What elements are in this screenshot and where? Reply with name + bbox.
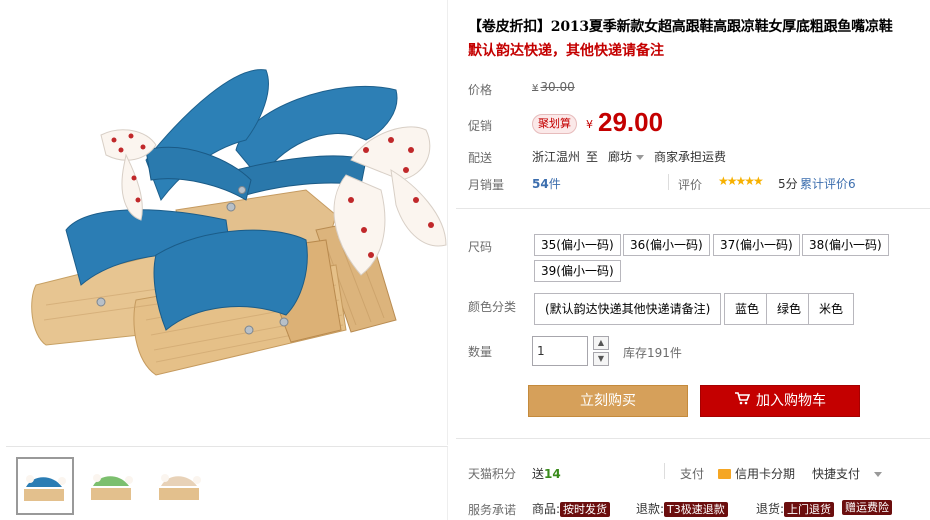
color-option-default[interactable]: (默认韵达快递其他快递请备注) (534, 293, 722, 325)
cart-icon (734, 386, 751, 416)
service-refund: 退款: T3极速退款 (636, 500, 728, 517)
divider-vertical (664, 463, 665, 479)
ship-to-dropdown[interactable]: 廊坊 (608, 148, 645, 165)
thumbnail-strip (6, 446, 448, 520)
add-to-cart-button[interactable]: 加入购物车 (700, 385, 860, 417)
size-option-39[interactable]: 39(偏小一码) (534, 260, 621, 282)
shipping-insurance-tag[interactable]: 赠运费险 (842, 500, 892, 515)
size-label: 尺码 (468, 240, 493, 254)
goods-label: 商品: (532, 502, 561, 516)
refund-label: 退款: (636, 502, 665, 516)
main-product-image[interactable] (6, 0, 448, 445)
service-label: 服务承诺 (468, 503, 517, 517)
color-label: 颜色分类 (468, 300, 517, 314)
price-label: 价格 (468, 83, 493, 97)
fast-refund-tag[interactable]: T3极速退款 (664, 502, 728, 517)
ship-to-city: 廊坊 (608, 150, 633, 164)
color-option-beige[interactable]: 米色 (808, 293, 855, 325)
quick-pay-dropdown[interactable]: 快捷支付 (812, 465, 883, 482)
product-info: 【卷皮折扣】2013夏季新款女超高跟鞋高跟凉鞋女厚底粗跟鱼嘴凉鞋 默认韵达快递，… (456, 0, 930, 520)
polka-bow-left (100, 129, 157, 221)
credit-installment[interactable]: 信用卡分期 (718, 465, 795, 482)
original-price: ¥30.00 (532, 80, 575, 94)
home-return-tag[interactable]: 上门退货 (784, 502, 835, 517)
on-time-delivery-tag[interactable]: 按时发货 (560, 502, 611, 517)
ship-to-word: 至 (586, 150, 599, 164)
review-count-link[interactable]: 累计评价6 (800, 175, 856, 192)
points-number: 14 (544, 467, 561, 481)
product-subtitle: 默认韵达快递，其他快递请备注 (468, 43, 664, 59)
original-price-value: 30.00 (540, 80, 575, 94)
thumbnail-green[interactable] (84, 457, 142, 515)
monthly-sales: 54件 (532, 175, 561, 192)
promo-label: 促销 (468, 119, 493, 133)
size-option-37[interactable]: 37(偏小一码) (713, 234, 800, 256)
stock-count: 库存191件 (623, 346, 682, 360)
ship-from: 浙江温州 (532, 150, 581, 164)
polka-bow-right (333, 126, 447, 276)
size-option-38[interactable]: 38(偏小一码) (802, 234, 889, 256)
product-gallery (0, 0, 450, 520)
quantity-input[interactable] (532, 336, 588, 366)
sandal-illustration (31, 69, 447, 376)
service-goods: 商品: 按时发货 (532, 500, 611, 517)
quick-pay-label: 快捷支付 (812, 467, 861, 481)
sales-label: 月销量 (468, 178, 505, 192)
quantity-decrease-button[interactable]: ▼ (593, 352, 609, 366)
size-option-35[interactable]: 35(偏小一码) (534, 234, 621, 256)
size-option-36[interactable]: 36(偏小一码) (623, 234, 710, 256)
buy-now-button[interactable]: 立刻购买 (528, 385, 688, 417)
divider-vertical (668, 174, 669, 190)
return-label: 退货: (756, 502, 785, 516)
product-title: 【卷皮折扣】2013夏季新款女超高跟鞋高跟凉鞋女厚底粗跟鱼嘴凉鞋 (468, 19, 893, 35)
star-rating-icon: ★★★★★ (718, 174, 764, 188)
pay-label: 支付 (680, 467, 705, 481)
thumbnail-blue[interactable] (16, 457, 74, 515)
shipping-label: 配送 (468, 151, 493, 165)
add-to-cart-label: 加入购物车 (756, 393, 826, 409)
quantity-increase-button[interactable]: ▲ (593, 336, 609, 350)
quantity-label: 数量 (468, 345, 493, 359)
service-extra: 赠运费险 (842, 500, 892, 515)
points-label: 天猫积分 (468, 467, 517, 481)
service-return: 退货: 上门退货 (756, 500, 835, 517)
shipping-fee: 商家承担运费 (654, 150, 727, 164)
chevron-down-icon (874, 472, 883, 477)
sales-unit: 件 (548, 177, 561, 191)
promo-badge[interactable]: 聚划算 (532, 114, 577, 134)
sales-count: 54 (532, 177, 549, 191)
rating-label: 评价 (678, 178, 703, 192)
promo-currency: ¥ (586, 118, 593, 131)
color-option-green[interactable]: 绿色 (766, 293, 813, 325)
section-divider (456, 208, 930, 209)
section-divider (456, 438, 930, 439)
color-option-blue[interactable]: 蓝色 (724, 293, 771, 325)
credit-card-icon (718, 468, 731, 479)
thumbnail-beige[interactable] (152, 457, 210, 515)
currency-symbol: ¥ (532, 83, 539, 94)
chevron-down-icon (636, 155, 645, 160)
points-value: 送14 (532, 465, 561, 482)
rating-score: 5分 (778, 177, 798, 191)
promo-price: 29.00 (598, 107, 664, 137)
credit-installment-label: 信用卡分期 (735, 467, 796, 481)
points-prefix: 送 (532, 467, 545, 481)
